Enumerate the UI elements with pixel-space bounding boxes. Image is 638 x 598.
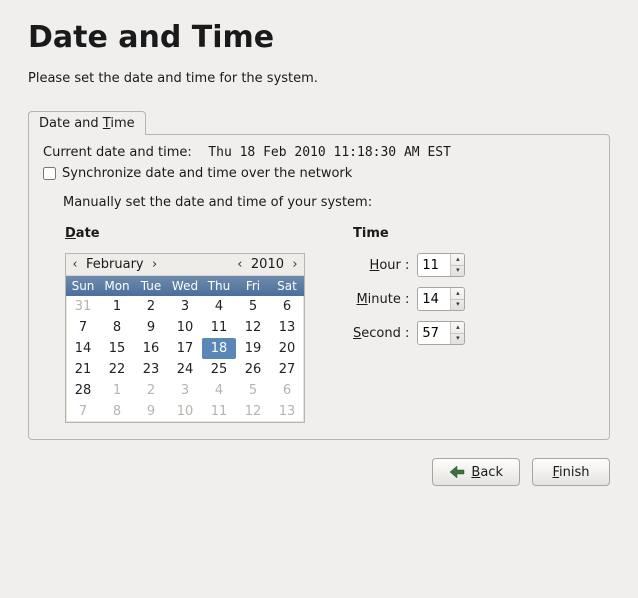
calendar-day-cell[interactable]: 9 <box>134 317 168 338</box>
second-down-button[interactable]: ▾ <box>451 334 464 345</box>
calendar-day-cell[interactable]: 6 <box>270 380 304 401</box>
hour-label: Hour : <box>370 258 410 273</box>
next-year-button[interactable]: › <box>288 257 302 272</box>
calendar-day-cell[interactable]: 15 <box>100 338 134 359</box>
calendar-day-cell[interactable]: 16 <box>134 338 168 359</box>
calendar-day-cell[interactable]: 2 <box>134 296 168 317</box>
calendar-day-cell[interactable]: 8 <box>100 317 134 338</box>
minute-up-button[interactable]: ▴ <box>451 288 464 300</box>
calendar-day-cell[interactable]: 4 <box>202 296 236 317</box>
calendar-header: ‹ February › ‹ 2010 › <box>66 254 304 276</box>
footer-buttons: Back Finish <box>28 458 610 486</box>
calendar-day-cell[interactable]: 7 <box>66 317 100 338</box>
calendar-day-cell[interactable]: 4 <box>202 380 236 401</box>
calendar-dow-row: SunMonTueWedThuFriSat <box>66 276 304 296</box>
hour-up-button[interactable]: ▴ <box>451 254 464 266</box>
calendar-dow-cell: Sat <box>270 276 304 296</box>
calendar-dow-cell: Sun <box>66 276 100 296</box>
calendar-dow-cell: Mon <box>100 276 134 296</box>
calendar-day-cell[interactable]: 5 <box>236 296 270 317</box>
current-datetime-label: Current date and time: <box>43 145 192 160</box>
time-heading: Time <box>353 226 465 241</box>
calendar-day-cell[interactable]: 12 <box>236 317 270 338</box>
calendar-day-cell[interactable]: 26 <box>236 359 270 380</box>
next-month-button[interactable]: › <box>148 257 162 272</box>
calendar-day-cell[interactable]: 11 <box>202 317 236 338</box>
calendar-day-cell[interactable]: 11 <box>202 401 236 422</box>
calendar-day-cell[interactable]: 10 <box>168 317 202 338</box>
calendar-day-cell[interactable]: 2 <box>134 380 168 401</box>
tab-label-text: Date and Time <box>39 116 135 131</box>
calendar-day-cell[interactable]: 14 <box>66 338 100 359</box>
calendar-day-cell[interactable]: 8 <box>100 401 134 422</box>
calendar-day-cell[interactable]: 22 <box>100 359 134 380</box>
calendar-day-cell[interactable]: 21 <box>66 359 100 380</box>
calendar-day-cell[interactable]: 13 <box>270 401 304 422</box>
hour-down-button[interactable]: ▾ <box>451 266 464 277</box>
calendar-day-cell[interactable]: 1 <box>100 380 134 401</box>
calendar-day-cell[interactable]: 6 <box>270 296 304 317</box>
hour-spinner[interactable]: ▴ ▾ <box>417 253 465 277</box>
back-arrow-icon <box>449 465 465 479</box>
calendar-day-cell[interactable]: 17 <box>168 338 202 359</box>
finish-button-label: Finish <box>552 465 589 480</box>
calendar-day-cell[interactable]: 19 <box>236 338 270 359</box>
calendar-day-cell[interactable]: 3 <box>168 296 202 317</box>
calendar-month-label[interactable]: February <box>82 257 148 272</box>
finish-button[interactable]: Finish <box>532 458 610 486</box>
calendar-day-cell[interactable]: 5 <box>236 380 270 401</box>
calendar-day-cell[interactable]: 13 <box>270 317 304 338</box>
calendar-dow-cell: Tue <box>134 276 168 296</box>
time-column: Time Hour : ▴ ▾ Minute : <box>353 226 465 423</box>
minute-label: Minute : <box>356 292 409 307</box>
calendar-day-cell[interactable]: 18 <box>202 338 236 359</box>
prev-year-button[interactable]: ‹ <box>233 257 247 272</box>
calendar-day-cell[interactable]: 20 <box>270 338 304 359</box>
calendar-day-cell[interactable]: 25 <box>202 359 236 380</box>
minute-down-button[interactable]: ▾ <box>451 300 464 311</box>
calendar-day-cell[interactable]: 7 <box>66 401 100 422</box>
current-datetime-row: Current date and time: Thu 18 Feb 2010 1… <box>43 145 595 160</box>
calendar-day-cell[interactable]: 10 <box>168 401 202 422</box>
second-spinner[interactable]: ▴ ▾ <box>417 321 465 345</box>
calendar-dow-cell: Fri <box>236 276 270 296</box>
sync-label: Synchronize date and time over the netwo… <box>62 166 352 181</box>
minute-input[interactable] <box>418 288 450 310</box>
date-column: Date ‹ February › ‹ 2010 › SunMonTueWedT… <box>65 226 305 423</box>
page-title: Date and Time <box>28 20 610 55</box>
calendar-day-cell[interactable]: 24 <box>168 359 202 380</box>
second-label: Second : <box>353 326 409 341</box>
calendar-day-cell[interactable]: 3 <box>168 380 202 401</box>
hour-input[interactable] <box>418 254 450 276</box>
back-button[interactable]: Back <box>432 458 520 486</box>
calendar-day-cell[interactable]: 9 <box>134 401 168 422</box>
back-button-label: Back <box>471 465 503 480</box>
manual-set-label: Manually set the date and time of your s… <box>63 195 595 210</box>
date-heading: Date <box>65 226 305 241</box>
prev-month-button[interactable]: ‹ <box>68 257 82 272</box>
intro-text: Please set the date and time for the sys… <box>28 71 610 86</box>
calendar-day-cell[interactable]: 31 <box>66 296 100 317</box>
second-up-button[interactable]: ▴ <box>451 322 464 334</box>
second-input[interactable] <box>418 322 450 344</box>
calendar-dow-cell: Wed <box>168 276 202 296</box>
current-datetime-value: Thu 18 Feb 2010 11:18:30 AM EST <box>208 145 451 160</box>
calendar-day-cell[interactable]: 27 <box>270 359 304 380</box>
calendar: ‹ February › ‹ 2010 › SunMonTueWedThuFri… <box>65 253 305 423</box>
calendar-day-cell[interactable]: 12 <box>236 401 270 422</box>
tab-container: Date and Time Current date and time: Thu… <box>28 110 610 440</box>
calendar-year-label[interactable]: 2010 <box>247 257 288 272</box>
calendar-day-cell[interactable]: 28 <box>66 380 100 401</box>
tab-date-and-time[interactable]: Date and Time <box>28 111 146 135</box>
calendar-dow-cell: Thu <box>202 276 236 296</box>
calendar-day-cell[interactable]: 1 <box>100 296 134 317</box>
sync-row: Synchronize date and time over the netwo… <box>43 166 595 181</box>
calendar-grid: 3112345678910111213141516171819202122232… <box>66 296 304 422</box>
sync-checkbox[interactable] <box>43 167 56 180</box>
minute-spinner[interactable]: ▴ ▾ <box>417 287 465 311</box>
tab-panel: Current date and time: Thu 18 Feb 2010 1… <box>28 134 610 440</box>
calendar-day-cell[interactable]: 23 <box>134 359 168 380</box>
